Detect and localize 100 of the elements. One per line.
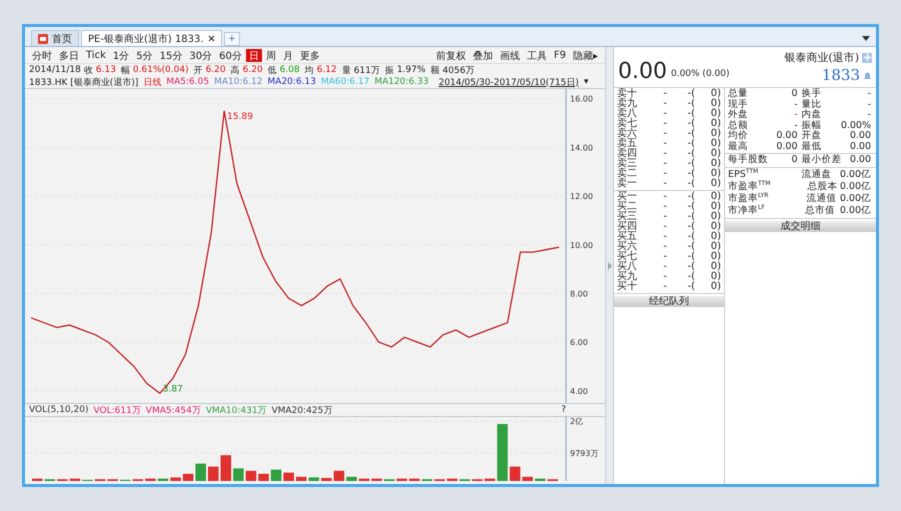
order-volume: -(	[686, 179, 695, 189]
order-level-label: 买九	[617, 272, 638, 282]
period-tab[interactable]: 分时	[29, 48, 55, 62]
stat-label: 每手股数	[728, 155, 768, 166]
order-level-label: 买六	[617, 242, 638, 252]
stat-value: -	[793, 120, 798, 131]
order-level-label: 卖五	[617, 139, 638, 149]
order-price: -	[662, 149, 667, 159]
period-tab[interactable]: 多日	[56, 48, 82, 62]
axis-tick-label: 8.00	[570, 289, 588, 298]
quote-value: 6.20	[242, 65, 263, 75]
stat-value: 0.00亿	[840, 180, 872, 192]
stat-label: 最低	[802, 142, 822, 152]
stat-label: 市盈率$^{LYR}$	[728, 192, 768, 204]
period-tab[interactable]: 60分	[216, 48, 245, 62]
toolbar-button[interactable]: 工具	[524, 48, 550, 62]
date-range-link[interactable]: 2014/05/30-2017/05/10(715日)	[438, 76, 579, 88]
period-tab[interactable]: 1分	[110, 48, 132, 62]
toolbar-button[interactable]: 隐藏▸	[570, 48, 601, 62]
order-volume: -(	[686, 272, 695, 282]
order-volume: -(	[686, 159, 695, 169]
range-dropdown[interactable]: ▾	[584, 77, 588, 87]
order-level-label: 卖七	[617, 119, 638, 129]
order-price: -	[662, 99, 667, 109]
quote-value: 6.12	[316, 65, 337, 75]
order-level-label: 卖十	[617, 89, 638, 99]
tab-label: 首页	[52, 32, 72, 46]
order-volume: -(	[686, 99, 695, 109]
period-tab[interactable]: 更多	[296, 48, 323, 62]
order-volume: -(	[686, 262, 695, 272]
toolbar-button[interactable]: 画线	[496, 48, 523, 62]
order-volume: -(	[686, 242, 695, 252]
order-count: 0)	[710, 252, 721, 262]
ma-value: MA10:6.12	[214, 77, 263, 87]
axis-tick-label: 12.00	[570, 192, 593, 202]
stat-value: 0.00	[848, 155, 872, 166]
period-tab[interactable]: 月	[280, 48, 296, 62]
order-level-label: 买七	[617, 252, 638, 262]
ma-value: MA5:6.05	[166, 77, 210, 87]
trade-detail-header[interactable]: 成交明细	[725, 220, 876, 232]
close-icon[interactable]	[208, 35, 215, 42]
order-volume: -(	[686, 149, 695, 159]
dropdown-caret-icon[interactable]	[862, 36, 870, 41]
toolbar-button[interactable]: F9	[550, 48, 569, 62]
add-watchlist-button[interactable]	[862, 52, 872, 62]
order-count: 0)	[710, 149, 721, 159]
order-count: 0)	[710, 272, 721, 282]
order-level-label: 买四	[617, 222, 638, 232]
period-tab[interactable]: 15分	[156, 48, 186, 62]
collapse-arrow-icon[interactable]	[608, 262, 612, 270]
quote-value: 6.20	[206, 65, 226, 75]
stat-label: 总额	[728, 120, 748, 130]
quote-value: 1.97%	[396, 65, 426, 75]
order-volume: -(	[686, 222, 695, 232]
toolbar-button[interactable]: 前复权	[432, 48, 469, 62]
period-tab[interactable]: 日	[246, 48, 262, 62]
order-volume: -(	[686, 212, 695, 222]
order-volume: -(	[686, 169, 695, 179]
axis-tick-label: 2亿	[570, 417, 584, 426]
toolbar-button[interactable]: 叠加	[470, 48, 496, 62]
axis-tick-label: 4.00	[570, 386, 588, 396]
broker-queue-header[interactable]: 经纪队列	[614, 296, 724, 307]
period-tab[interactable]: Tick	[83, 48, 109, 62]
quote-value: 6.13	[96, 65, 116, 75]
stat-value: 0	[790, 89, 798, 100]
stat-label: 量比	[802, 100, 822, 110]
order-volume: -(	[686, 252, 695, 262]
stat-value: -	[866, 89, 872, 100]
order-level-label: 卖一	[617, 179, 638, 189]
tab[interactable]: PE-银泰商业(退市) 1833.	[81, 30, 222, 46]
stat-value: 0.00	[775, 131, 798, 142]
order-price: -	[662, 282, 667, 292]
order-level-label: 买一	[617, 192, 638, 202]
quote-label: 高	[230, 64, 240, 76]
quote-label: 振	[384, 64, 394, 76]
order-volume: -(	[686, 202, 695, 212]
stat-value: 0.00亿	[838, 192, 872, 204]
period-tab[interactable]: 5分	[133, 48, 156, 62]
period-tab[interactable]: 周	[262, 48, 279, 62]
order-volume: -(	[686, 129, 695, 139]
quote-label: 低	[268, 64, 277, 76]
stat-value: -	[866, 110, 872, 120]
bell-icon[interactable]	[863, 70, 872, 80]
stock-symbol: 1833.HK [银泰商业(退市)]	[29, 76, 138, 88]
help-button[interactable]: ?	[561, 405, 566, 415]
quote-label: 收	[84, 64, 93, 76]
last-price: 0.00	[618, 60, 667, 84]
stat-value: 0.00%	[840, 120, 872, 131]
extreme-price-label: 3.87	[162, 384, 183, 394]
tab[interactable]: 首页	[31, 30, 79, 46]
new-tab-button[interactable]: +	[224, 32, 240, 46]
stat-label: 最小价差	[802, 155, 842, 166]
stat-label: 内盘	[802, 110, 822, 120]
ma-value: MA20:6.13	[268, 77, 316, 87]
period-tab[interactable]: 30分	[186, 48, 216, 62]
stat-label: 现手	[728, 100, 748, 110]
volume-indicator: VMA5:454万	[146, 404, 201, 416]
order-volume: -(	[686, 232, 695, 242]
stat-label: 流通盘	[802, 168, 832, 180]
order-price: -	[662, 242, 667, 252]
